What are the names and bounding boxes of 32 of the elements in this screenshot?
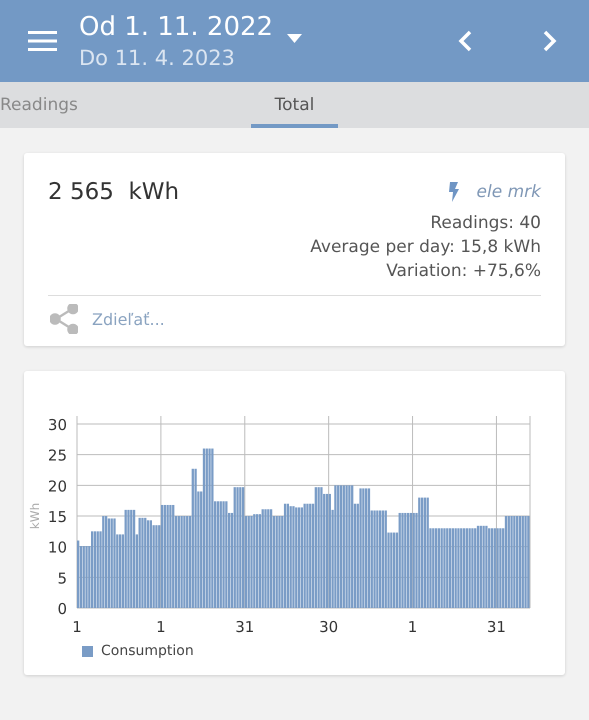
variation: Variation: +75,6% [386, 260, 541, 283]
date-from[interactable]: Od 1. 11. 2022 [79, 10, 274, 44]
meter-name[interactable]: ele mrk [476, 182, 541, 202]
legend-swatch [82, 646, 93, 656]
date-to[interactable]: Do 11. 4. 2023 [79, 44, 274, 72]
axis-title: kWh [28, 502, 42, 530]
tick-label: 20 [48, 477, 67, 496]
tab[interactable]: Readings [0, 82, 251, 128]
tick-label: 1 [156, 618, 166, 636]
dropdown-caret-icon[interactable] [287, 34, 302, 42]
legend-label: Consumption [101, 643, 194, 659]
tick-label: 30 [48, 416, 67, 434]
menu-icon[interactable] [28, 30, 57, 52]
share-icon[interactable] [50, 304, 78, 334]
readings-count: Readings: 40 [430, 212, 541, 235]
next-icon[interactable] [543, 30, 558, 52]
tick-label: 30 [319, 618, 338, 636]
tick-label: 0 [57, 600, 67, 618]
tick-label: 31 [486, 618, 506, 636]
previous-icon[interactable] [458, 30, 472, 52]
tab[interactable]: Total [251, 82, 338, 128]
total-consumption: 2 565 kWh [48, 179, 180, 205]
tick-label: 10 [48, 538, 67, 557]
tick-label: 5 [57, 569, 67, 588]
lightning-icon [448, 182, 459, 202]
tick-label: 25 [48, 446, 67, 465]
tick-label: 1 [72, 618, 82, 636]
tick-label: 1 [408, 618, 418, 636]
tick-label: 31 [235, 618, 254, 636]
share-link[interactable]: Zdieľať... [92, 310, 165, 328]
average-per-day: Average per day: 15,8 kWh [310, 235, 541, 259]
tick-label: 15 [48, 508, 67, 526]
